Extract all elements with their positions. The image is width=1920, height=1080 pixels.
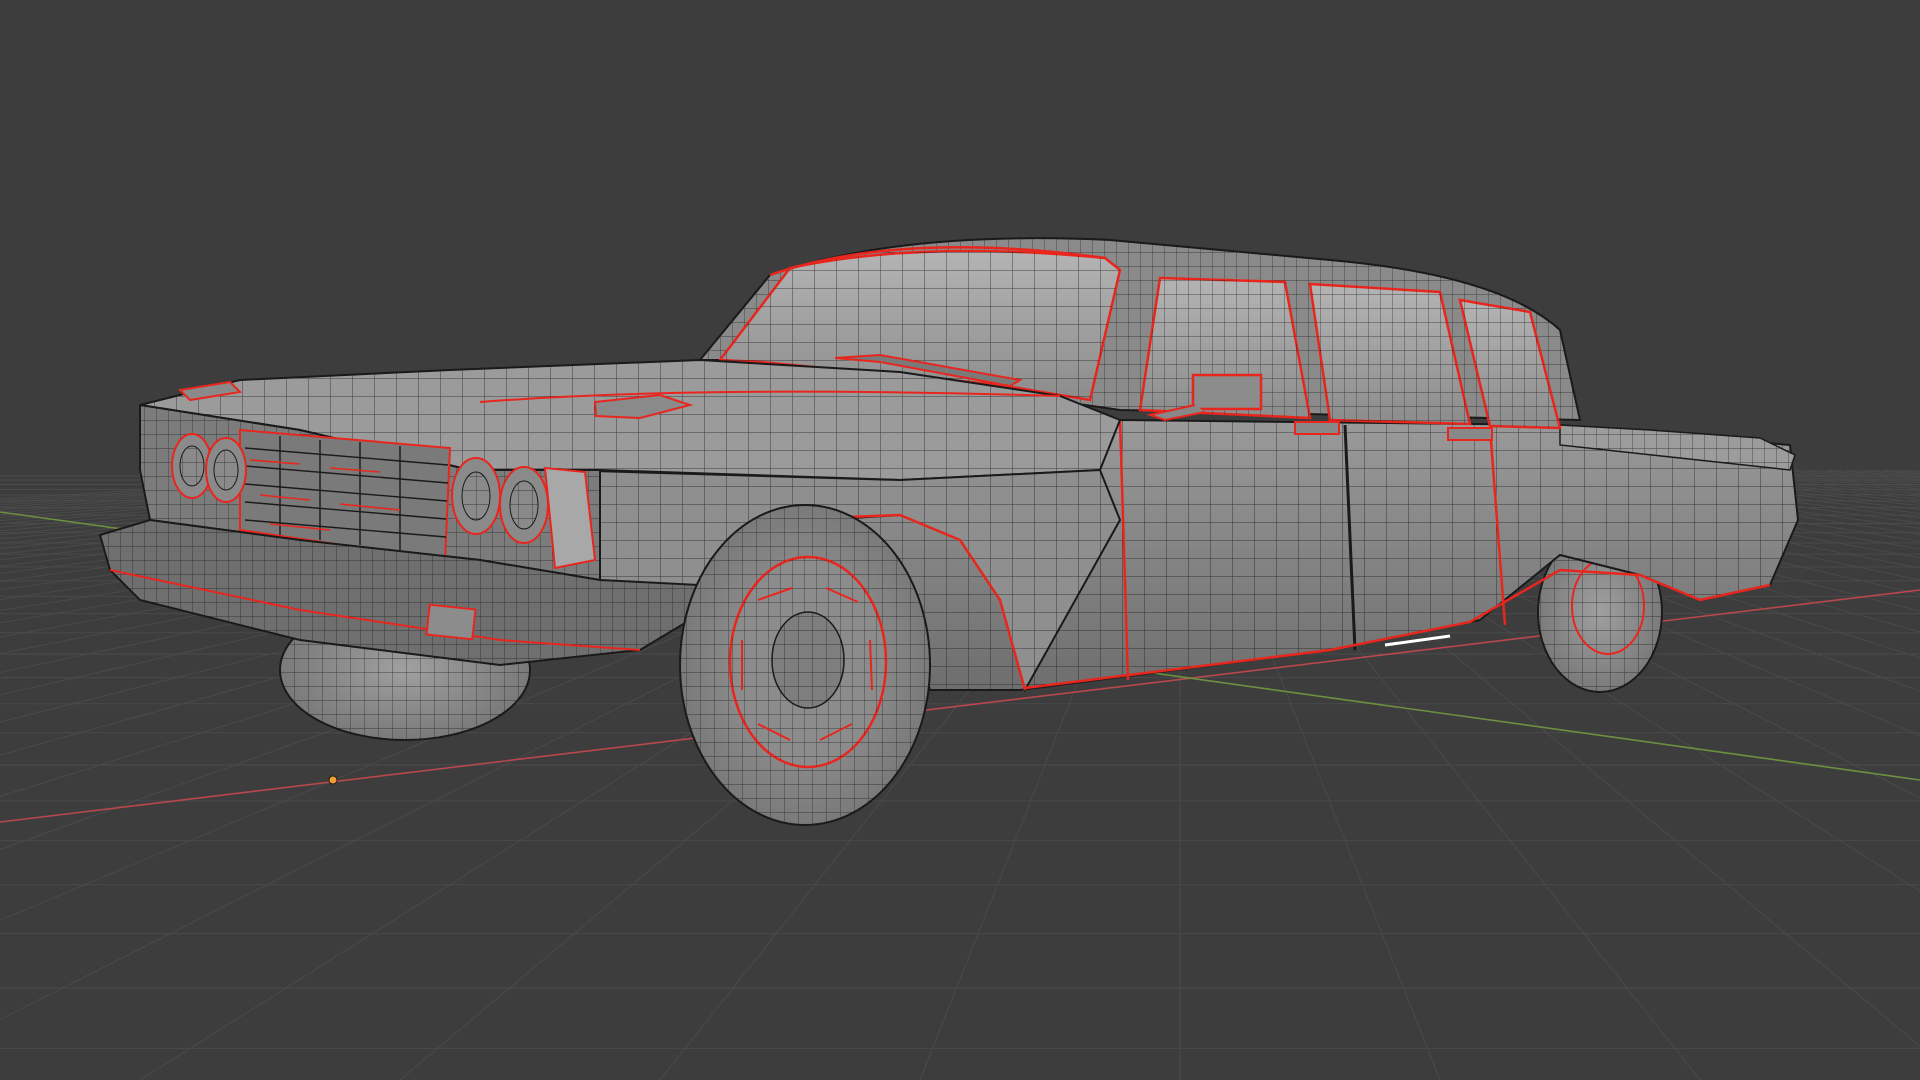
viewport-canvas[interactable] [0, 0, 1920, 1080]
3d-viewport[interactable] [0, 0, 1920, 1080]
object-origin-dot[interactable] [328, 775, 338, 785]
grid-line [1809, 469, 1920, 479]
grid-line [1791, 469, 1920, 480]
fog-light[interactable] [425, 603, 477, 641]
door-handle-rear[interactable] [1447, 427, 1493, 441]
grid-line [1899, 469, 1920, 472]
front-near-wheel[interactable] [679, 504, 931, 826]
grid-line [1773, 469, 1920, 482]
car-mesh[interactable] [98, 237, 1800, 826]
grid-line [1863, 469, 1920, 475]
door-handle-front[interactable] [1294, 421, 1340, 435]
